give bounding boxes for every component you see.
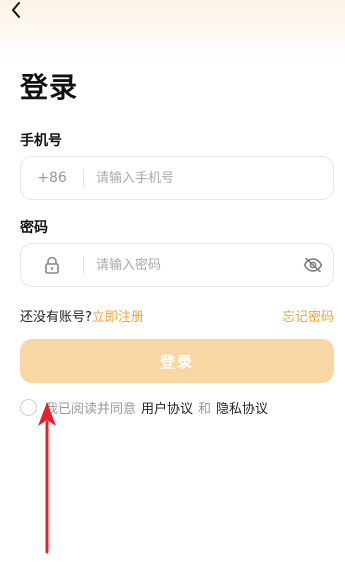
- phone-field[interactable]: +86: [20, 156, 334, 200]
- agreement-checkbox[interactable]: [20, 399, 37, 416]
- country-code-prefix[interactable]: +86: [21, 170, 83, 186]
- lock-icon: [45, 256, 59, 274]
- back-button[interactable]: [6, 0, 26, 20]
- lock-icon-wrap: [21, 256, 83, 274]
- no-account-text: 还没有账号?: [20, 310, 92, 325]
- page-title: 登录: [20, 71, 79, 104]
- password-input[interactable]: [84, 244, 293, 286]
- toggle-password-visibility[interactable]: [293, 257, 333, 273]
- register-prompt: 还没有账号?立即注册: [20, 306, 144, 325]
- annotation-arrow-icon: [38, 402, 56, 554]
- agreement-and: 和: [198, 402, 212, 417]
- chevron-left-icon: [12, 2, 20, 18]
- phone-label: 手机号: [20, 133, 62, 149]
- privacy-agreement-link[interactable]: 隐私协议: [216, 398, 268, 417]
- password-label: 密码: [20, 220, 48, 236]
- phone-input[interactable]: [84, 157, 333, 199]
- auth-links-row: 还没有账号?立即注册 忘记密码: [20, 306, 334, 325]
- login-button[interactable]: 登录: [20, 339, 334, 383]
- agreement-prefix: 我已阅读并同意: [45, 402, 137, 417]
- register-link[interactable]: 立即注册: [92, 310, 144, 325]
- user-agreement-link[interactable]: 用户协议: [141, 398, 193, 417]
- password-field[interactable]: [20, 243, 334, 287]
- eye-off-icon: [303, 257, 323, 273]
- forgot-password-link[interactable]: 忘记密码: [282, 306, 334, 325]
